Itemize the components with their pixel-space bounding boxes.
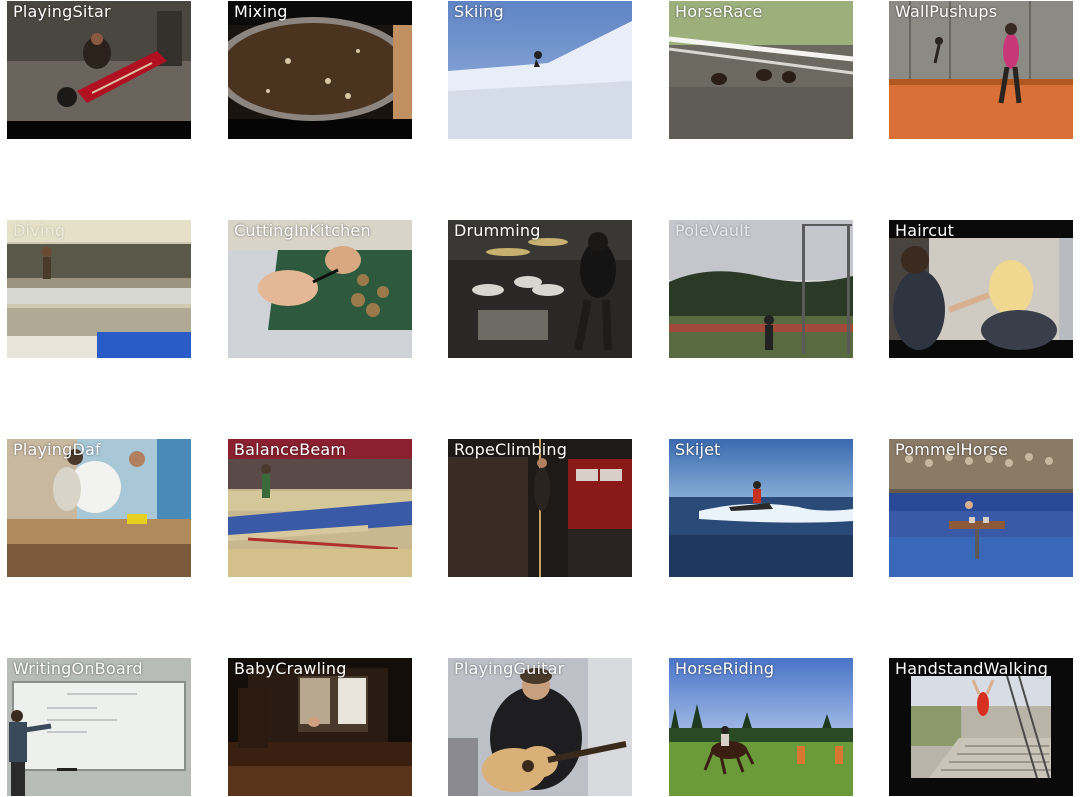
tile-label: PlayingDaf — [13, 440, 101, 459]
video-thumbnail-horse-race: HorseRace — [669, 1, 853, 139]
video-thumbnail-baby-crawling: BabyCrawling — [228, 658, 412, 796]
tile-label: Diving — [13, 221, 66, 240]
video-thumbnail-playing-guitar: PlayingGuitar — [448, 658, 632, 796]
video-thumbnail-horse-riding: HorseRiding — [669, 658, 853, 796]
video-thumbnail-drumming: Drumming — [448, 220, 632, 358]
video-thumbnail-balance-beam: BalanceBeam — [228, 439, 412, 577]
tile-label: HorseRiding — [675, 659, 775, 678]
video-thumbnail-pole-vault: PoleVault — [669, 220, 853, 358]
tile-label: Skiing — [454, 2, 504, 21]
tile-label: Skijet — [675, 440, 721, 459]
tile-label: BabyCrawling — [234, 659, 347, 678]
video-thumbnail-writing-on-board: WritingOnBoard — [7, 658, 191, 796]
video-thumbnail-diving: Diving — [7, 220, 191, 358]
tile-label: PoleVault — [675, 221, 751, 240]
tile-label: PlayingSitar — [13, 2, 111, 21]
tile-label: RopeClimbing — [454, 440, 568, 459]
video-thumbnail-skiing: Skiing — [448, 1, 632, 139]
tile-label: HorseRace — [675, 2, 763, 21]
tile-label: Haircut — [895, 221, 955, 240]
tile-label: HandstandWalking — [895, 659, 1049, 678]
tile-label: BalanceBeam — [234, 440, 347, 459]
video-thumbnail-pommel-horse: PommelHorse — [889, 439, 1073, 577]
tile-label: Drumming — [454, 221, 541, 240]
tile-label: PommelHorse — [895, 440, 1009, 459]
tile-label: WritingOnBoard — [13, 659, 143, 678]
video-thumbnail-mixing: Mixing — [228, 1, 412, 139]
video-thumbnail-cutting-in-kitchen: CuttingInKitchen — [228, 220, 412, 358]
video-thumbnail-playing-sitar: PlayingSitar — [7, 1, 191, 139]
video-thumbnail-rope-climbing: RopeClimbing — [448, 439, 632, 577]
video-thumbnail-haircut: Haircut — [889, 220, 1073, 358]
video-thumbnail-skijet: Skijet — [669, 439, 853, 577]
tile-label: CuttingInKitchen — [234, 221, 371, 240]
video-thumbnail-wall-pushups: WallPushups — [889, 1, 1073, 139]
tile-label: Mixing — [234, 2, 288, 21]
tile-label: WallPushups — [895, 2, 998, 21]
video-thumbnail-playing-daf: PlayingDaf — [7, 439, 191, 577]
tile-label: PlayingGuitar — [454, 659, 565, 678]
video-thumbnail-handstand-walking: HandstandWalking — [889, 658, 1073, 796]
